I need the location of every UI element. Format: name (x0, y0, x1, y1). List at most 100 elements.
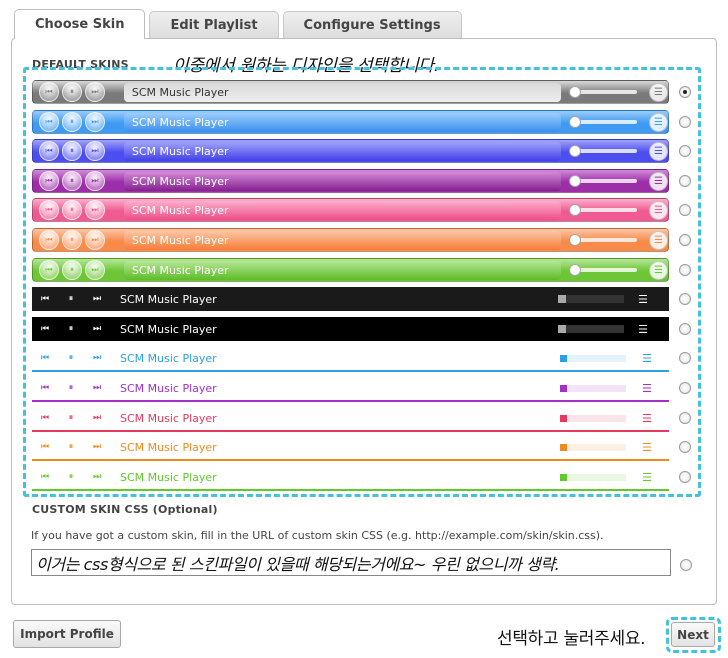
volume-slider (560, 443, 626, 451)
pause-icon: ⏸ (68, 413, 74, 423)
skin-title: SCM Music Player (120, 292, 217, 306)
previous-icon: ⏮ (40, 383, 50, 393)
skin-option[interactable]: ⏮ ⏸ ⏭ SCM Music Player ☰ (32, 139, 669, 163)
skin-radio[interactable] (679, 86, 691, 98)
previous-icon: ⏮ (40, 294, 50, 304)
pause-icon: ⏸ (62, 260, 82, 280)
skin-radio[interactable] (679, 264, 691, 276)
previous-icon: ⏮ (39, 260, 59, 280)
skin-option[interactable]: ⏮ ⏸ ⏭ SCM Music Player ☰ (32, 465, 669, 491)
pause-icon: ⏸ (68, 472, 74, 482)
player-controls: ⏮ ⏸ ⏭ (32, 435, 112, 459)
volume-slider (569, 234, 638, 246)
playlist-icon: ☰ (642, 470, 652, 484)
next-track-icon: ⏭ (85, 230, 105, 250)
pause-icon: ⏸ (62, 230, 82, 250)
playlist-icon: ☰ (649, 230, 668, 250)
skin-option[interactable]: ⏮ ⏸ ⏭ SCM Music Player ☰ (32, 346, 669, 372)
skin-radio[interactable] (679, 412, 691, 424)
tab-bar: Choose Skin Edit Playlist Configure Sett… (14, 9, 466, 39)
skin-option[interactable]: ⏮ ⏸ ⏭ SCM Music Player ☰ (32, 169, 669, 193)
skin-radio[interactable] (679, 352, 691, 364)
player-controls: ⏮ ⏸ ⏭ (39, 112, 114, 132)
skin-option[interactable]: ⏮ ⏸ ⏭ SCM Music Player ☰ (32, 435, 669, 461)
volume-slider (569, 145, 638, 157)
playlist-icon: ☰ (649, 82, 668, 102)
previous-icon: ⏮ (39, 171, 59, 191)
playlist-icon: ☰ (642, 381, 652, 395)
tab-configure-settings[interactable]: Configure Settings (282, 11, 462, 39)
skin-option[interactable]: ⏮ ⏸ ⏭ SCM Music Player ☰ (32, 317, 669, 341)
player-controls: ⏮ ⏸ ⏭ (32, 287, 112, 311)
playlist-icon: ☰ (649, 141, 668, 161)
volume-slider (569, 204, 638, 216)
next-track-icon: ⏭ (92, 442, 102, 452)
skin-radio[interactable] (679, 293, 691, 305)
tab-edit-playlist[interactable]: Edit Playlist (149, 11, 279, 39)
pause-icon: ⏸ (68, 353, 74, 363)
skin-radio[interactable] (679, 116, 691, 128)
skin-title: SCM Music Player (120, 351, 217, 365)
import-profile-button[interactable]: Import Profile (13, 620, 121, 648)
skin-title: SCM Music Player (123, 141, 562, 161)
player-controls: ⏮ ⏸ ⏭ (32, 406, 112, 430)
skin-radio[interactable] (679, 323, 691, 335)
custom-skin-radio[interactable] (680, 559, 692, 571)
custom-skin-help-text: If you have got a custom skin, fill in t… (31, 529, 604, 542)
next-track-icon: ⏭ (85, 260, 105, 280)
skin-option[interactable]: ⏮ ⏸ ⏭ SCM Music Player ☰ (32, 198, 669, 222)
skin-title: SCM Music Player (120, 411, 217, 425)
playlist-icon: ☰ (649, 200, 668, 220)
previous-icon: ⏮ (39, 112, 59, 132)
skin-option[interactable]: ⏮ ⏸ ⏭ SCM Music Player ☰ (32, 287, 669, 311)
volume-slider (569, 175, 638, 187)
pause-icon: ⏸ (62, 112, 82, 132)
player-controls: ⏮ ⏸ ⏭ (39, 171, 114, 191)
skin-radio[interactable] (679, 382, 691, 394)
next-track-icon: ⏭ (92, 353, 102, 363)
skin-title: SCM Music Player (120, 470, 217, 484)
previous-icon: ⏮ (39, 230, 59, 250)
custom-skin-css-input[interactable]: 이거는 css형식으로 된 스킨파일이 있을때 해당되는거에요~ 우린 없으니까… (31, 549, 671, 576)
player-controls: ⏮ ⏸ ⏭ (32, 465, 112, 489)
skin-radio[interactable] (679, 145, 691, 157)
skin-radio[interactable] (679, 175, 691, 187)
volume-slider (560, 414, 626, 422)
skin-title: SCM Music Player (123, 82, 562, 102)
pause-icon: ⏸ (62, 141, 82, 161)
tab-choose-skin[interactable]: Choose Skin (14, 9, 146, 39)
pause-icon: ⏸ (68, 324, 74, 334)
next-track-icon: ⏭ (85, 200, 105, 220)
player-controls: ⏮ ⏸ ⏭ (39, 260, 114, 280)
next-button[interactable]: Next (671, 622, 715, 647)
volume-slider (560, 473, 626, 481)
volume-slider (560, 354, 626, 362)
skin-option[interactable]: ⏮ ⏸ ⏭ SCM Music Player ☰ (32, 228, 669, 252)
skin-option[interactable]: ⏮ ⏸ ⏭ SCM Music Player ☰ (32, 110, 669, 134)
skin-title: SCM Music Player (123, 230, 562, 250)
skin-radio[interactable] (679, 441, 691, 453)
playlist-icon: ☰ (642, 411, 652, 425)
previous-icon: ⏮ (40, 472, 50, 482)
playlist-icon: ☰ (649, 171, 668, 191)
volume-slider (560, 384, 626, 392)
next-track-icon: ⏭ (92, 413, 102, 423)
skin-option[interactable]: ⏮ ⏸ ⏭ SCM Music Player ☰ (32, 80, 669, 104)
skin-radio[interactable] (679, 204, 691, 216)
previous-icon: ⏮ (39, 82, 59, 102)
skin-option[interactable]: ⏮ ⏸ ⏭ SCM Music Player ☰ (32, 406, 669, 432)
next-track-icon: ⏭ (92, 472, 102, 482)
skin-option[interactable]: ⏮ ⏸ ⏭ SCM Music Player ☰ (32, 376, 669, 402)
skin-title: SCM Music Player (120, 440, 217, 454)
volume-slider (569, 116, 638, 128)
next-annotation: 선택하고 눌러주세요. (497, 629, 646, 649)
pause-icon: ⏸ (62, 82, 82, 102)
player-controls: ⏮ ⏸ ⏭ (32, 317, 112, 341)
skin-option[interactable]: ⏮ ⏸ ⏭ SCM Music Player ☰ (32, 258, 669, 282)
skin-title: SCM Music Player (123, 260, 562, 280)
player-controls: ⏮ ⏸ ⏭ (39, 230, 114, 250)
next-track-icon: ⏭ (92, 294, 102, 304)
skin-radio[interactable] (679, 471, 691, 483)
skin-radio[interactable] (679, 234, 691, 246)
previous-icon: ⏮ (39, 141, 59, 161)
